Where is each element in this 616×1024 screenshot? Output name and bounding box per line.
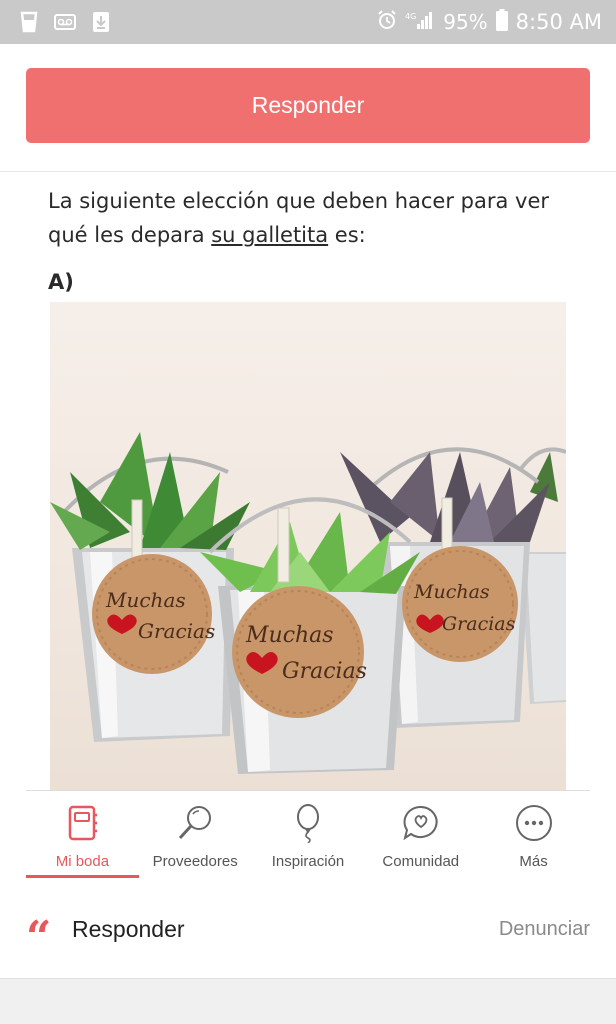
thank-you-tag-right: Muchas Gracias [402, 546, 518, 662]
post-content: La siguiente elección que deben hacer pa… [0, 172, 616, 790]
download-icon [90, 11, 112, 33]
nav-item-inspiracion[interactable]: Inspiración [252, 791, 365, 880]
battery-icon [495, 8, 508, 36]
notebook-icon [69, 805, 98, 841]
magnifier-icon [179, 806, 212, 840]
chat-heart-icon [403, 805, 438, 841]
svg-text:4G: 4G [405, 12, 416, 21]
battery-percent: 95% [443, 10, 488, 34]
tag-right-line2: Gracias [442, 613, 516, 635]
nav-label-mi-boda: Mi boda [55, 853, 110, 870]
more-icon [515, 805, 552, 841]
nav-item-proveedores[interactable]: Proveedores [139, 791, 252, 880]
nav-item-mas[interactable]: Más [477, 791, 590, 880]
status-bar: 4G 95% 8:50 AM [0, 0, 616, 44]
quote-icon: “ [26, 912, 52, 963]
report-link[interactable]: Denunciar [499, 918, 590, 941]
nav-item-mi-boda[interactable]: Mi boda [26, 791, 139, 880]
tag-left-line1: Muchas [105, 588, 186, 612]
top-action-bar: Responder [0, 44, 616, 172]
tag-right-line1: Muchas [413, 581, 490, 603]
cookie-link[interactable]: su galletita [211, 223, 328, 247]
nav-label-mas: Más [519, 853, 548, 870]
alarm-icon [377, 9, 397, 35]
nav-label-comunidad: Comunidad [382, 853, 460, 870]
post-text: La siguiente elección que deben hacer pa… [48, 184, 568, 252]
respond-button[interactable]: Responder [26, 68, 590, 143]
bottom-nav: Mi boda Proveedores Inspiración Comunida… [26, 790, 590, 880]
voicemail-icon [54, 11, 76, 33]
option-label: A) [48, 270, 74, 294]
tag-left-line2: Gracias [138, 619, 215, 643]
balloon-icon [296, 804, 319, 843]
tag-center-line2: Gracias [282, 659, 367, 684]
succulent-buckets-image: Muchas Gracias Muchas Gracias Muchas Gra… [50, 432, 566, 774]
next-post-divider [0, 978, 616, 1024]
nav-label-proveedores: Proveedores [152, 853, 238, 870]
clock: 8:50 AM [515, 10, 602, 34]
post-text-end: es: [328, 223, 366, 247]
nav-item-comunidad[interactable]: Comunidad [364, 791, 477, 880]
signal-icon: 4G [405, 10, 435, 35]
reply-link[interactable]: Responder [72, 916, 185, 943]
post-photo[interactable]: Muchas Gracias Muchas Gracias Muchas Gra… [50, 302, 566, 790]
reply-row: “ Responder Denunciar [0, 880, 616, 978]
nav-label-inspiracion: Inspiración [271, 853, 345, 870]
cup-icon [18, 11, 40, 33]
tag-center-line1: Muchas [245, 623, 334, 648]
